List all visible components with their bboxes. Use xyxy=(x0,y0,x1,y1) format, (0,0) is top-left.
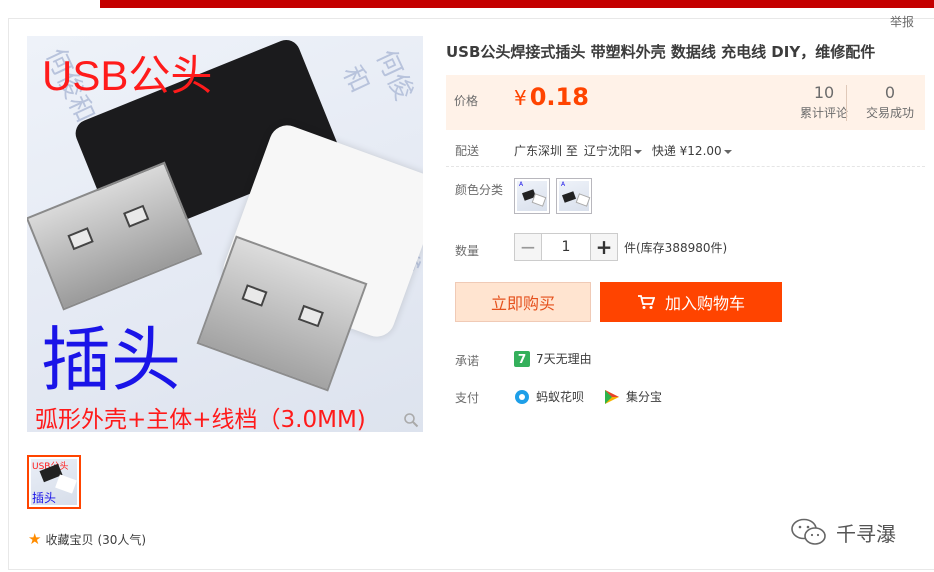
favorite-count: (30人气) xyxy=(97,532,147,547)
reviews-stat[interactable]: 10 累计评论 xyxy=(794,83,854,121)
ship-method: 快递 ¥12.00 xyxy=(651,144,722,158)
seven-day-icon: 7 xyxy=(514,350,530,367)
image-caption: 弧形外壳+主体+线档（3.0MM) xyxy=(35,407,366,432)
decrease-button[interactable]: − xyxy=(514,233,542,261)
chevron-down-icon xyxy=(723,149,732,154)
jifenbao-icon xyxy=(605,389,620,404)
product-title: USB公头焊接式插头 带塑料外壳 数据线 充电线 DIY，维修配件 xyxy=(446,43,876,61)
image-watermark: 何俊和 xyxy=(336,45,420,106)
shipping-row: 广东深圳 至 辽宁沈阳 快递 ¥12.00 xyxy=(514,142,736,159)
add-cart-label: 加入购物车 xyxy=(664,294,745,313)
promise-row[interactable]: 7 7天无理由 xyxy=(514,350,592,367)
huabei-icon xyxy=(515,389,529,404)
color-label: 颜色分类 xyxy=(455,183,504,197)
divider xyxy=(446,166,925,167)
ship-method-select[interactable]: 快递 ¥12.00 xyxy=(652,142,736,159)
image-title-overlay: USB公头 xyxy=(42,52,213,99)
pay-huabei[interactable]: 蚂蚁花呗 xyxy=(514,388,584,405)
pay-method-2: 集分宝 xyxy=(626,390,663,404)
thumbnail-1[interactable]: USB公头 插头 xyxy=(27,455,81,509)
zoom-icon[interactable] xyxy=(403,412,419,428)
increase-button[interactable]: + xyxy=(590,233,618,261)
top-red-bar xyxy=(100,0,934,8)
shipping-label: 配送 xyxy=(455,144,480,158)
chevron-down-icon xyxy=(633,149,642,154)
quantity-stepper: − 1 + 件(库存388980件) xyxy=(514,233,727,261)
add-to-cart-button[interactable]: 加入购物车 xyxy=(600,282,782,322)
price-box: 价格 ¥0.18 10 累计评论 0 交易成功 xyxy=(446,75,925,130)
thumb-big-text: 插头 xyxy=(32,491,57,505)
buy-now-button[interactable]: 立即购买 xyxy=(455,282,591,322)
quantity-label: 数量 xyxy=(455,244,480,258)
currency-symbol: ¥ xyxy=(514,86,527,110)
stock-text: 件(库存388980件) xyxy=(624,240,728,255)
star-icon: ★ xyxy=(28,530,42,548)
payment-row: 蚂蚁花呗 集分宝 xyxy=(514,388,674,405)
ship-to-select[interactable]: 辽宁沈阳 xyxy=(584,142,646,159)
promise-label: 承诺 xyxy=(455,354,480,368)
brand-watermark: 千寻瀑 xyxy=(790,517,896,547)
favorite-button[interactable]: ★ 收藏宝贝 (30人气) xyxy=(28,530,146,548)
sales-count: 0 xyxy=(884,83,896,102)
ship-from: 广东深圳 至 xyxy=(514,144,578,158)
price-label: 价格 xyxy=(454,94,479,108)
favorite-label: 收藏宝贝 xyxy=(45,532,94,547)
payment-label: 支付 xyxy=(455,391,480,405)
stat-divider xyxy=(846,85,847,121)
report-link[interactable]: 举报 xyxy=(890,13,914,30)
sku-option-1[interactable]: A xyxy=(514,178,550,214)
ship-to: 辽宁沈阳 xyxy=(583,144,632,158)
image-big-text: 插头 xyxy=(41,319,181,401)
reviews-count: 10 xyxy=(813,83,835,102)
pay-jifenbao[interactable]: 集分宝 xyxy=(604,388,662,405)
cart-icon xyxy=(637,295,655,309)
quantity-input[interactable]: 1 xyxy=(542,233,590,261)
promise-text: 7天无理由 xyxy=(536,352,592,366)
wechat-icon xyxy=(791,518,826,545)
price-amount: 0.18 xyxy=(529,83,589,111)
sales-label: 交易成功 xyxy=(865,106,914,120)
main-product-image[interactable]: 何俊和 何俊和 何俊和 何俊和 何俊和 USB公头 插头 弧形外壳+主体+线档（… xyxy=(27,36,423,432)
price-value: ¥0.18 xyxy=(514,83,589,111)
watermark-text: 千寻瀑 xyxy=(836,521,896,546)
reviews-label: 累计评论 xyxy=(799,106,848,120)
sku-option-2[interactable]: A xyxy=(556,178,592,214)
sales-stat: 0 交易成功 xyxy=(860,83,920,121)
pay-method-1: 蚂蚁花呗 xyxy=(536,390,585,404)
